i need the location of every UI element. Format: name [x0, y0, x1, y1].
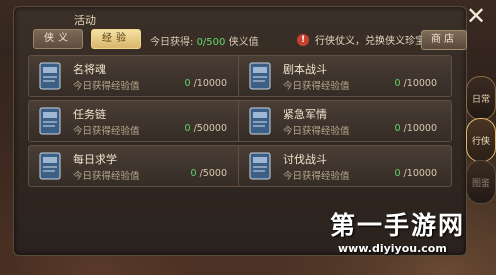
- side-tab-label: 图鉴: [471, 178, 490, 189]
- book-icon: [249, 152, 271, 180]
- progress-max: /10000: [193, 78, 227, 89]
- watermark-url: www.diyiyou.com: [338, 242, 447, 255]
- progress-max: /10000: [403, 123, 437, 134]
- side-tab-codex[interactable]: 图鉴: [466, 160, 496, 204]
- card-progress: 0 /50000: [185, 123, 228, 134]
- today-unit: 侠义值: [228, 37, 259, 48]
- side-tab-label: 日常: [471, 94, 490, 105]
- book-icon: [39, 62, 61, 90]
- close-icon[interactable]: ✕: [463, 4, 489, 30]
- book-icon: [249, 62, 271, 90]
- notice: ! 行侠仗义，兑换侠义珍宝: [297, 32, 425, 47]
- activity-card[interactable]: 讨伐战斗 今日获得经验值 0 /10000: [238, 145, 452, 187]
- card-title: 剧本战斗: [283, 63, 327, 76]
- watermark-title: 第一手游网: [330, 211, 466, 240]
- card-progress: 0 /5000: [191, 168, 227, 179]
- activity-card[interactable]: 剧本战斗 今日获得经验值 0 /10000: [238, 55, 452, 97]
- progress-current: 0: [394, 123, 401, 134]
- book-icon: [39, 152, 61, 180]
- card-subtitle: 今日获得经验值: [283, 81, 350, 92]
- progress-max: /10000: [403, 168, 437, 179]
- tab-xiayi[interactable]: 侠义: [33, 29, 83, 49]
- card-progress: 0 /10000: [395, 123, 438, 134]
- card-subtitle: 今日获得经验值: [283, 126, 350, 137]
- card-title: 任务链: [73, 108, 106, 121]
- card-subtitle: 今日获得经验值: [73, 171, 140, 182]
- today-earned: 今日获得: 0/500 侠义值: [150, 33, 259, 48]
- today-label: 今日获得:: [150, 37, 194, 48]
- progress-current: 0: [184, 78, 191, 89]
- card-title: 每日求学: [73, 153, 117, 166]
- card-title: 名将魂: [73, 63, 106, 76]
- progress-current: 0: [184, 123, 191, 134]
- panel-title: 活动: [74, 14, 96, 27]
- progress-current: 0: [394, 78, 401, 89]
- progress-current: 0: [190, 168, 197, 179]
- progress-current: 0: [394, 168, 401, 179]
- activity-card[interactable]: 任务链 今日获得经验值 0 /50000: [28, 100, 242, 142]
- shop-button[interactable]: 商店: [421, 30, 467, 50]
- card-title: 讨伐战斗: [283, 153, 327, 166]
- card-title: 紧急军情: [283, 108, 327, 121]
- progress-max: /5000: [199, 168, 227, 179]
- activity-card[interactable]: 每日求学 今日获得经验值 0 /5000: [28, 145, 242, 187]
- card-progress: 0 /10000: [395, 168, 438, 179]
- card-subtitle: 今日获得经验值: [73, 81, 140, 92]
- side-tab-daily[interactable]: 日常: [466, 76, 496, 120]
- card-progress: 0 /10000: [395, 78, 438, 89]
- side-tab-label: 行侠: [471, 136, 490, 147]
- card-subtitle: 今日获得经验值: [283, 171, 350, 182]
- today-value: 0/500: [196, 37, 226, 48]
- tab-bar: 侠义 经验: [33, 29, 141, 49]
- tab-experience[interactable]: 经验: [91, 29, 141, 49]
- notice-text: 行侠仗义，兑换侠义珍宝: [315, 36, 425, 47]
- progress-max: /10000: [403, 78, 437, 89]
- exclamation-icon: !: [297, 33, 309, 46]
- watermark: 第一手游网 www.diyiyou.com: [330, 206, 490, 255]
- progress-max: /50000: [193, 123, 227, 134]
- book-icon: [249, 107, 271, 135]
- activity-card[interactable]: 名将魂 今日获得经验值 0 /10000: [28, 55, 242, 97]
- book-icon: [39, 107, 61, 135]
- side-tab-xingxia[interactable]: 行侠: [466, 118, 496, 162]
- activity-card[interactable]: 紧急军情 今日获得经验值 0 /10000: [238, 100, 452, 142]
- card-subtitle: 今日获得经验值: [73, 126, 140, 137]
- card-progress: 0 /10000: [185, 78, 228, 89]
